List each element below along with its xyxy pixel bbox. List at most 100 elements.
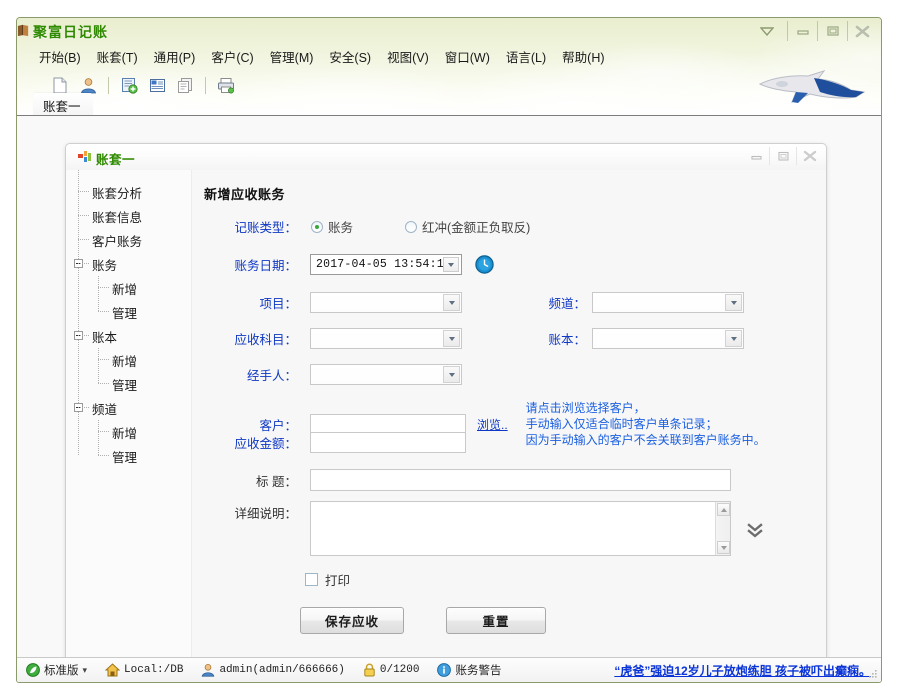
menu-general[interactable]: 通用(P) bbox=[146, 44, 204, 69]
tree-item-ledger-add[interactable]: 新增 bbox=[66, 348, 191, 384]
maximize-icon bbox=[826, 26, 839, 36]
record-type-label: 记账类型： bbox=[234, 221, 297, 235]
tree-item-accounting[interactable]: 账务 bbox=[66, 252, 191, 276]
child-minimize-button[interactable] bbox=[743, 147, 769, 165]
tree-item-channel-manage[interactable]: 管理 bbox=[66, 444, 191, 468]
record-type-option-accounting[interactable]: 账务 bbox=[311, 217, 353, 236]
menu-accountset[interactable]: 账套(T) bbox=[89, 44, 146, 69]
radio-icon-unselected bbox=[405, 220, 418, 233]
browse-customer-link[interactable]: 浏览.. bbox=[477, 416, 508, 433]
news-ticker-link[interactable]: “虎爸”强迫12岁儿子放炮练胆 孩子被吓出癫痫。 bbox=[614, 662, 871, 679]
description-scrollbar[interactable] bbox=[715, 502, 730, 555]
status-warning[interactable]: 账务警告 bbox=[428, 662, 510, 678]
handler-input[interactable] bbox=[311, 365, 461, 384]
close-button[interactable] bbox=[847, 21, 877, 41]
channel-dropdown-button[interactable] bbox=[725, 294, 742, 311]
amount-input[interactable] bbox=[311, 433, 473, 452]
menu-manage[interactable]: 管理(M) bbox=[262, 44, 322, 69]
menu-view[interactable]: 视图(V) bbox=[379, 44, 437, 69]
handler-combo[interactable] bbox=[310, 364, 462, 385]
channel-input[interactable] bbox=[593, 293, 743, 312]
tree-connector bbox=[98, 383, 109, 384]
ledger-input[interactable] bbox=[593, 329, 743, 348]
tree-connector bbox=[78, 215, 89, 216]
double-chevron-down-icon[interactable] bbox=[746, 523, 764, 539]
scroll-up-button[interactable] bbox=[717, 503, 730, 516]
customer-input[interactable] bbox=[311, 414, 473, 434]
child-close-button[interactable] bbox=[796, 147, 823, 165]
tree-item-label: 新增 bbox=[112, 354, 138, 369]
amount-label: 应收金额： bbox=[234, 437, 297, 451]
resize-grip-icon[interactable] bbox=[868, 669, 878, 679]
tree-item-ledger[interactable]: 账本 bbox=[66, 324, 191, 348]
channel-combo[interactable] bbox=[592, 292, 744, 313]
ledger-dropdown-button[interactable] bbox=[725, 330, 742, 347]
description-field[interactable] bbox=[310, 501, 731, 556]
dropdown-arrow-button[interactable] bbox=[747, 21, 787, 41]
ledger-combo[interactable] bbox=[592, 328, 744, 349]
tree-item-channel[interactable]: 频道 bbox=[66, 396, 191, 420]
scroll-down-button[interactable] bbox=[717, 541, 730, 554]
status-database[interactable]: Local:/DB bbox=[96, 663, 192, 677]
chevron-down-icon bbox=[448, 336, 455, 341]
project-input[interactable] bbox=[311, 293, 461, 312]
amount-field[interactable] bbox=[310, 432, 473, 453]
date-field[interactable]: 2017-04-05 13:54:12 bbox=[310, 254, 462, 275]
user-icon bbox=[202, 664, 215, 677]
navigation-tree: 账套分析 账套信息 客户账务 账务 新增 管理 账本 新增 管理 频道 新增 管… bbox=[66, 170, 191, 664]
print-checkbox-row[interactable]: 打印 bbox=[305, 570, 350, 589]
tree-item-accounting-manage[interactable]: 管理 bbox=[66, 300, 191, 324]
status-edition[interactable]: 标准版 ▾ bbox=[17, 662, 96, 678]
description-textarea[interactable] bbox=[311, 502, 730, 555]
tree-item-label: 管理 bbox=[112, 378, 138, 393]
chevron-down-icon[interactable]: ▾ bbox=[83, 665, 88, 676]
status-user-label: admin(admin/666666) bbox=[219, 664, 345, 676]
chevron-down-icon bbox=[730, 300, 737, 305]
child-maximize-button[interactable] bbox=[769, 147, 796, 165]
date-dropdown-button[interactable] bbox=[443, 257, 459, 272]
project-combo[interactable] bbox=[310, 292, 462, 313]
handler-dropdown-button[interactable] bbox=[443, 366, 460, 383]
child-window: 账套一 账套分析 账套信息 客户账务 账务 新增 管理 账本 新增 管理 频道 … bbox=[65, 143, 827, 665]
customer-label: 客户： bbox=[259, 418, 297, 433]
print-checkbox-label: 打印 bbox=[325, 574, 351, 588]
maximize-button[interactable] bbox=[817, 21, 847, 41]
tree-connector bbox=[98, 287, 109, 288]
minimize-button[interactable] bbox=[787, 21, 817, 41]
menu-help[interactable]: 帮助(H) bbox=[554, 44, 612, 69]
tree-item-account-info[interactable]: 账套信息 bbox=[66, 204, 191, 228]
tree-item-label: 管理 bbox=[112, 306, 138, 321]
menu-language[interactable]: 语言(L) bbox=[498, 44, 554, 69]
tree-item-accounting-add[interactable]: 新增 bbox=[66, 276, 191, 312]
tree-item-label: 频道 bbox=[92, 402, 118, 417]
menu-customer[interactable]: 客户(C) bbox=[203, 44, 261, 69]
record-type-option-redcorrection[interactable]: 红冲(金额正负取反) bbox=[405, 217, 530, 236]
title-input[interactable] bbox=[311, 470, 738, 490]
chevron-down-icon bbox=[448, 262, 454, 267]
tree-item-account-analysis[interactable]: 账套分析 bbox=[66, 180, 191, 204]
tree-item-ledger-manage[interactable]: 管理 bbox=[66, 372, 191, 396]
title-field[interactable] bbox=[310, 469, 738, 491]
handler-label: 经手人： bbox=[246, 369, 297, 383]
reset-button[interactable]: 重置 bbox=[446, 607, 546, 634]
subject-dropdown-button[interactable] bbox=[443, 330, 460, 347]
new-document-icon bbox=[53, 77, 67, 93]
minimize-icon bbox=[750, 155, 762, 160]
print-checkbox[interactable] bbox=[305, 573, 318, 586]
project-dropdown-button[interactable] bbox=[443, 294, 460, 311]
subject-input[interactable] bbox=[311, 329, 461, 348]
clock-icon[interactable] bbox=[475, 255, 494, 274]
window-controls bbox=[747, 21, 877, 41]
customer-hint-line-2: 手动输入仅适合临时客户单条记录； bbox=[525, 417, 718, 431]
tree-item-label: 新增 bbox=[112, 282, 138, 297]
report-icon bbox=[149, 78, 165, 92]
menu-security[interactable]: 安全(S) bbox=[321, 44, 379, 69]
tree-item-customer-accounts[interactable]: 客户账务 bbox=[66, 228, 191, 252]
save-receivable-button[interactable]: 保存应收 bbox=[300, 607, 404, 634]
status-quota[interactable]: 0/1200 bbox=[354, 663, 429, 677]
menu-start[interactable]: 开始(B) bbox=[31, 44, 89, 69]
tree-item-channel-add[interactable]: 新增 bbox=[66, 420, 191, 456]
subject-combo[interactable] bbox=[310, 328, 462, 349]
status-user[interactable]: admin(admin/666666) bbox=[192, 663, 353, 677]
menu-window[interactable]: 窗口(W) bbox=[437, 44, 498, 69]
